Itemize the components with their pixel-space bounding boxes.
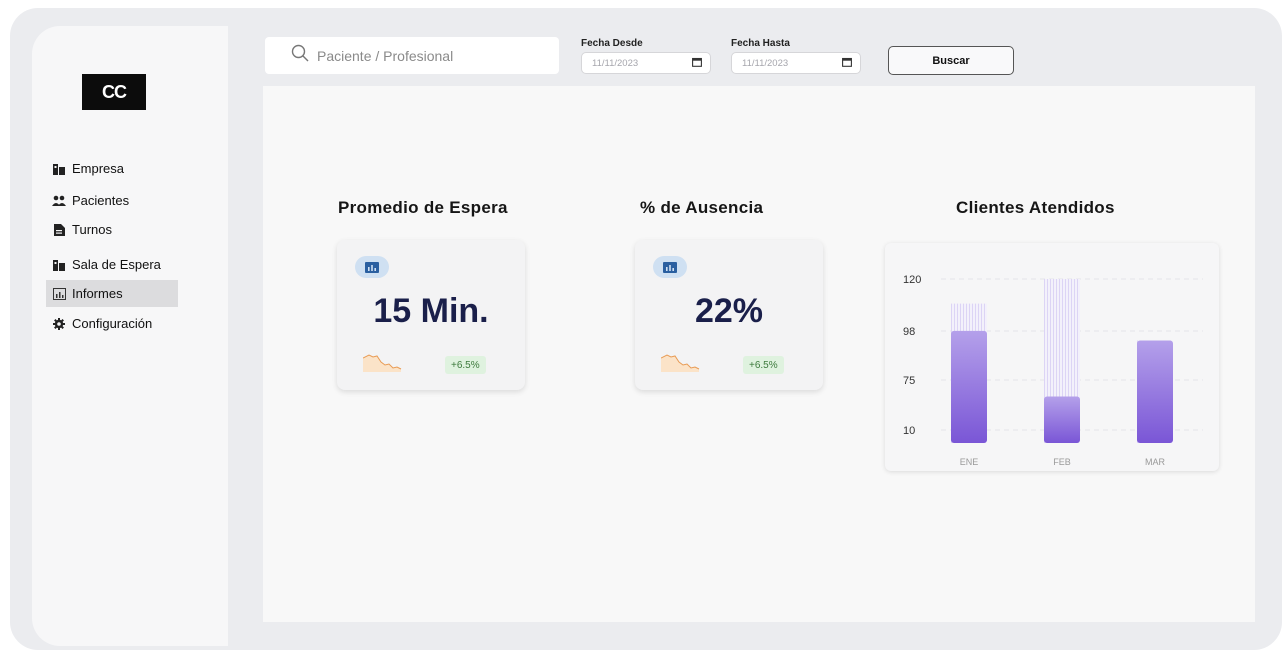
y-tick-label: 75	[903, 375, 915, 387]
date-to-label: Fecha Hasta	[731, 38, 790, 49]
bar	[951, 330, 987, 443]
bar-chart-icon	[355, 256, 389, 278]
users-icon	[52, 194, 66, 208]
sidebar-item-turnos[interactable]: Turnos	[46, 216, 178, 243]
change-badge: +6.5%	[743, 356, 784, 374]
date-from-input[interactable]: 11/11/2023	[581, 52, 711, 74]
main-panel: Promedio de Espera % de Ausencia 15 Min.…	[263, 86, 1255, 622]
sparkline	[661, 354, 700, 372]
sidebar-item-label: Configuración	[72, 316, 153, 331]
x-tick-label: FEB	[1053, 457, 1071, 467]
kpi-value: 15 Min.	[373, 292, 489, 330]
sidebar-item-label: Turnos	[72, 222, 112, 237]
date-from-group: Fecha Desde 11/11/2023	[581, 38, 711, 74]
date-to-group: Fecha Hasta 11/11/2023	[731, 38, 861, 74]
kpi-card-ausencia: 22% +6.5%	[635, 240, 823, 390]
bar	[1137, 340, 1173, 443]
date-from-label: Fecha Desde	[581, 38, 643, 49]
x-tick-label: MAR	[1145, 457, 1166, 467]
sidebar-item-label: Empresa	[72, 161, 125, 176]
chart-icon	[52, 287, 66, 301]
calendar-icon[interactable]	[692, 57, 702, 70]
kpi-title-ausencia: % de Ausencia	[640, 198, 764, 217]
sidebar-item-configuracion[interactable]: Configuración	[46, 310, 178, 337]
sidebar-item-sala-de-espera[interactable]: Sala de Espera	[46, 251, 178, 278]
y-tick-label: 10	[903, 425, 915, 437]
search-box[interactable]	[265, 37, 559, 74]
sidebar-item-label: Pacientes	[72, 193, 130, 208]
x-tick-label: ENE	[960, 457, 979, 467]
sidebar-item-label: Sala de Espera	[72, 257, 161, 272]
bar	[1044, 396, 1080, 443]
change-badge: +6.5%	[445, 356, 486, 374]
date-from-value: 11/11/2023	[592, 57, 639, 69]
calendar-icon[interactable]	[842, 57, 852, 70]
sidebar: CC Empresa Pacientes Turnos Sala de Espe…	[32, 26, 228, 646]
app-frame: CC Empresa Pacientes Turnos Sala de Espe…	[10, 8, 1282, 650]
kpi-card-espera: 15 Min. +6.5%	[337, 240, 525, 390]
search-icon	[291, 44, 309, 67]
kpi-title-espera: Promedio de Espera	[338, 198, 508, 217]
building-icon	[52, 162, 66, 176]
sidebar-item-pacientes[interactable]: Pacientes	[46, 187, 178, 214]
bar-chart: 120 98 75 10 ENE FEB MAR	[903, 274, 1203, 467]
y-tick-label: 98	[903, 326, 915, 338]
logo: CC	[82, 74, 146, 110]
sparkline	[363, 354, 402, 372]
chart-title: Clientes Atendidos	[956, 198, 1115, 217]
building-icon	[52, 258, 66, 272]
search-button[interactable]: Buscar	[888, 46, 1014, 75]
sidebar-item-empresa[interactable]: Empresa	[46, 155, 178, 182]
sidebar-item-label: Informes	[72, 286, 123, 301]
y-tick-label: 120	[903, 274, 921, 286]
date-to-value: 11/11/2023	[742, 57, 789, 69]
bar-chart-icon	[653, 256, 687, 278]
search-input[interactable]	[317, 47, 537, 64]
chart-card: 120 98 75 10 ENE FEB MAR	[885, 243, 1219, 471]
gear-icon	[52, 317, 66, 331]
file-icon	[52, 223, 66, 237]
date-to-input[interactable]: 11/11/2023	[731, 52, 861, 74]
kpi-value: 22%	[694, 292, 764, 330]
sidebar-item-informes[interactable]: Informes	[46, 280, 178, 307]
